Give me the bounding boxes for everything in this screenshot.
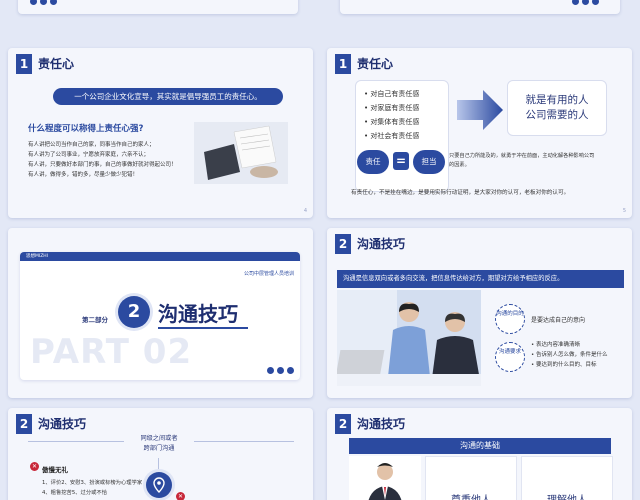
page-number: 4: [303, 208, 307, 214]
header-number: 2: [16, 414, 32, 434]
result-text: 就是有用的人 公司需要的人: [525, 94, 589, 121]
laptop-paper-icon: [194, 122, 288, 184]
slide-controls: [30, 0, 57, 5]
section-number-circle: 2: [118, 296, 150, 328]
question-title: 什么程度可以称得上责任心强?: [28, 124, 144, 134]
statement-line: 有人讲把公司当作自己的家，同事当作自己的家人；: [28, 142, 155, 148]
slide-communication-3[interactable]: 2 沟通技巧 沟通的基础 尊重他人 理解他人: [327, 408, 632, 500]
section-card: 思想MIZHI 公司中层管理人员培训 第二部分 2 沟通技巧 PART 02: [20, 252, 300, 380]
requirement-circle: 沟通要求: [495, 342, 525, 372]
header-title: 沟通技巧: [38, 417, 87, 431]
requirement-list: • 表达内容准确清晰 • 告诉别人怎么做，条件是什么 • 要达到的什么目的、目标: [531, 340, 631, 370]
slide-controls: [572, 0, 599, 5]
slide-communication-1[interactable]: 2 沟通技巧 沟通是信息双向或者多向交流，把信息传达给对方，期望对方给予相应的反…: [327, 228, 632, 398]
slide-controls: [267, 367, 294, 374]
header-title: 沟通技巧: [357, 417, 406, 431]
arrow-right-icon: [457, 90, 503, 130]
item-text: 1、评价2、安慰3、扮演或标榜为心理学家4、粗鲁挖苦5、过分或不恰: [42, 480, 143, 496]
section-top-bar: 思想MIZHI: [20, 252, 300, 261]
eq-sign: =: [393, 152, 409, 170]
respect-label: 尊重他人: [426, 491, 516, 500]
list-item: • 对集体有责任感: [364, 118, 420, 126]
slide-top-left: [18, 0, 298, 14]
location-pin-icon: [146, 472, 172, 498]
top-label: 同级之间或者 跨部门沟通: [140, 435, 178, 452]
company-label: 公司中层管理人员培训: [243, 271, 294, 277]
header-number: 2: [335, 234, 351, 254]
title-underline: [158, 327, 248, 329]
meeting-photo: [194, 122, 288, 184]
result-box: 就是有用的人 公司需要的人: [507, 80, 607, 136]
divider-line: [194, 441, 294, 442]
person-photo: [349, 456, 421, 500]
slide-top-right: [340, 0, 620, 14]
watermark-text: PART 02: [30, 332, 193, 372]
goal-text: 是要达成自己的意向: [531, 317, 586, 324]
header-title: 责任心: [357, 57, 394, 71]
page-number: 5: [622, 208, 626, 214]
list-item: • 对家庭有责任感: [364, 104, 420, 112]
eq-left-circle: 责任: [357, 150, 389, 174]
header-number: 1: [335, 54, 351, 74]
part-label: 第二部分: [82, 316, 108, 324]
eq-right-circle: 担当: [413, 150, 445, 174]
banner: 沟通的基础: [349, 438, 611, 454]
slide-responsibility-2[interactable]: 1 责任心 • 对自己有责任感 • 对家庭有责任感 • 对集体有责任感 • 对社…: [327, 48, 632, 218]
banner: 沟通是信息双向或者多向交流，把信息传达给对方，期望对方给予相应的反应。: [337, 270, 624, 288]
statement-list: 有人讲把公司当作自己的家，同事当作自己的家人； 有人讲为了公司事业，宁愿放弃家庭…: [28, 140, 200, 180]
close-icon: ✕: [30, 462, 39, 471]
slide-communication-2[interactable]: 2 沟通技巧 同级之间或者 跨部门沟通 ✕ 傲慢无礼 1、评价2、安慰3、扮演或…: [8, 408, 313, 500]
business-men-photo: [335, 290, 481, 386]
responsibility-list: • 对自己有责任感 • 对家庭有责任感 • 对集体有责任感 • 对社会有责任感: [355, 80, 449, 192]
statement-line: 有人讲，只要做好本部门的事，自己的事做好就对得起公司！: [28, 162, 177, 168]
requirement-item: • 要达到的什么目的、目标: [531, 362, 597, 368]
list-item: • 对社会有责任感: [364, 132, 420, 140]
understand-card: 理解他人: [521, 456, 613, 500]
slide-responsibility-1[interactable]: 1 责任心 一个公司企业文化宣导，其实就是倡导强员工的责任心。 什么程度可以称得…: [8, 48, 313, 218]
businessmen-icon: [335, 290, 481, 386]
requirement-item: • 表达内容准确清晰: [531, 342, 581, 348]
close-icon: ✕: [176, 492, 185, 500]
statement-line: 有人讲为了公司事业，宁愿放弃家庭，六亲不认；: [28, 152, 150, 158]
list-item: • 对自己有责任感: [364, 90, 420, 98]
section-title: 沟通技巧: [158, 302, 238, 326]
businessman-icon: [368, 463, 402, 500]
respect-card: 尊重他人: [425, 456, 517, 500]
header-title: 责任心: [38, 57, 75, 71]
slide-section-two[interactable]: 思想MIZHI 公司中层管理人员培训 第二部分 2 沟通技巧 PART 02: [8, 228, 313, 398]
section-tag: 思想MIZHI: [26, 254, 49, 259]
requirement-item: • 告诉别人怎么做，条件是什么: [531, 352, 608, 358]
item-title: 傲慢无礼: [42, 466, 68, 474]
goal-circle: 沟通的目的: [495, 304, 525, 334]
header-number: 2: [335, 414, 351, 434]
eq-description: 只要自己力所能及的，就勇于冲在前面，主动化解各种影响公司的因素。: [449, 153, 595, 168]
understand-label: 理解他人: [522, 491, 612, 500]
divider-line: [28, 441, 124, 442]
statement-line: 有人讲，做得多，错的多，尽量少做少犯错！: [28, 172, 139, 178]
banner: 一个公司企业文化宣导，其实就是倡导强员工的责任心。: [53, 88, 283, 105]
bottom-text: 有责任心，不是挂在嘴边，是要用实际行动证明，是大家对你的认可，老板对你的认可。: [351, 190, 570, 196]
header-title: 沟通技巧: [357, 237, 406, 251]
header-number: 1: [16, 54, 32, 74]
